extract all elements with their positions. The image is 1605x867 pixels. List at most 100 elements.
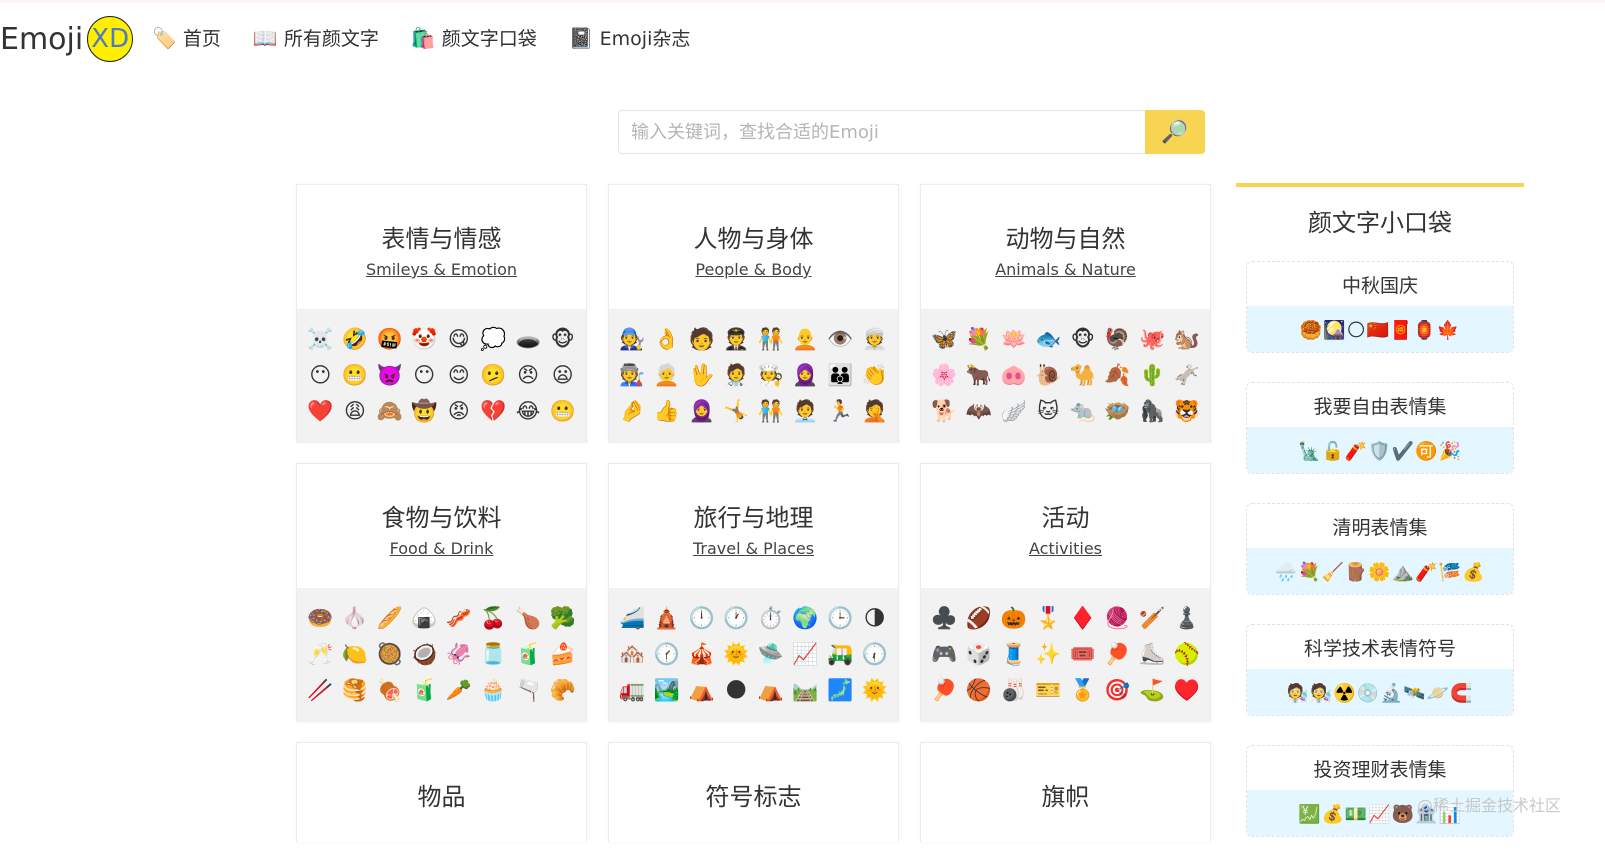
emoji-glyph[interactable]: 🥦 xyxy=(545,600,580,636)
emoji-glyph[interactable]: 🚛 xyxy=(615,672,650,708)
emoji-glyph[interactable]: 🕳️ xyxy=(511,321,546,357)
emoji-glyph[interactable]: 🏃 xyxy=(823,393,858,429)
emoji-glyph[interactable]: 🌑 xyxy=(719,672,754,708)
emoji-glyph[interactable]: 🌗 xyxy=(857,600,892,636)
emoji-glyph[interactable]: 🧃 xyxy=(511,636,546,672)
emoji-glyph[interactable]: 🦑 xyxy=(442,636,477,672)
emoji-glyph[interactable]: 🛤️ xyxy=(788,672,823,708)
category-card-flags[interactable]: 旗帜 xyxy=(920,742,1211,842)
emoji-glyph[interactable]: 🎫 xyxy=(1031,672,1066,708)
emoji-glyph[interactable]: 🛺 xyxy=(823,636,858,672)
emoji-glyph[interactable]: 🐵 xyxy=(1066,321,1101,357)
emoji-glyph[interactable]: 🪽 xyxy=(996,393,1031,429)
emoji-glyph[interactable]: 🌍 xyxy=(788,600,823,636)
emoji-glyph[interactable]: 🌸 xyxy=(927,357,962,393)
emoji-glyph[interactable]: 🧑‍⚕️ xyxy=(719,357,754,393)
nav-emoji-magazine[interactable]: 📓 Emoji杂志 xyxy=(569,24,691,51)
category-card-objects[interactable]: 物品 xyxy=(296,742,587,842)
emoji-glyph[interactable]: 🫙 xyxy=(476,636,511,672)
emoji-glyph[interactable]: 😡 xyxy=(442,393,477,429)
pack-science[interactable]: 科学技术表情符号 🧑‍🔬🧑‍🔬☢️💿🔬🛰️🪐🧲 xyxy=(1246,624,1514,716)
emoji-glyph[interactable]: 🐿️ xyxy=(1169,321,1204,357)
emoji-glyph[interactable]: 🍗 xyxy=(511,600,546,636)
emoji-glyph[interactable]: 😂 xyxy=(511,393,546,429)
emoji-glyph[interactable]: 🏈 xyxy=(962,600,997,636)
emoji-glyph[interactable]: 😦 xyxy=(545,357,580,393)
emoji-glyph[interactable]: 🧑‍✈️ xyxy=(719,321,754,357)
emoji-glyph[interactable]: 🧕 xyxy=(788,357,823,393)
emoji-glyph[interactable]: 🧕 xyxy=(684,393,719,429)
emoji-glyph[interactable]: ⛸️ xyxy=(1135,636,1170,672)
emoji-glyph[interactable]: 🥥 xyxy=(407,636,442,672)
emoji-glyph[interactable]: 🥢 xyxy=(303,672,338,708)
emoji-glyph[interactable]: 🐵 xyxy=(545,321,580,357)
emoji-glyph[interactable]: 🍖 xyxy=(372,672,407,708)
emoji-glyph[interactable]: 🥂 xyxy=(303,636,338,672)
emoji-glyph[interactable]: 🛸 xyxy=(754,636,789,672)
emoji-glyph[interactable]: 🍂 xyxy=(1100,357,1135,393)
emoji-glyph[interactable]: 📈 xyxy=(788,636,823,672)
emoji-glyph[interactable]: 🧑‍🦳 xyxy=(650,357,685,393)
emoji-glyph[interactable]: 😶 xyxy=(303,357,338,393)
emoji-glyph[interactable]: 👌 xyxy=(650,321,685,357)
emoji-glyph[interactable]: 😩 xyxy=(338,393,373,429)
emoji-glyph[interactable]: 🐕 xyxy=(927,393,962,429)
emoji-glyph[interactable]: 🦍 xyxy=(1135,393,1170,429)
emoji-glyph[interactable]: 👪 xyxy=(823,357,858,393)
pack-freedom[interactable]: 我要自由表情集 🗽🔓🧨🛡️✔️🉑🎉 xyxy=(1246,382,1514,474)
emoji-glyph[interactable]: 💐 xyxy=(962,321,997,357)
category-card-smileys[interactable]: 表情与情感 Smileys & Emotion ☠️ 🤣 🤬 🤡 😋 💭 🕳️ 🐵 😶 😬 👿 😶 😊 🫤… xyxy=(296,184,587,443)
emoji-glyph[interactable]: 😋 xyxy=(442,321,477,357)
emoji-glyph[interactable]: 🎮 xyxy=(927,636,962,672)
emoji-glyph[interactable]: 🍩 xyxy=(303,600,338,636)
emoji-glyph[interactable]: 🚄 xyxy=(615,600,650,636)
emoji-glyph[interactable]: 👁️ xyxy=(823,321,858,357)
emoji-glyph[interactable]: ✨ xyxy=(1031,636,1066,672)
emoji-glyph[interactable]: 🪺 xyxy=(1100,393,1135,429)
emoji-glyph[interactable]: ♥️ xyxy=(1169,672,1204,708)
emoji-glyph[interactable]: 😬 xyxy=(545,393,580,429)
emoji-glyph[interactable]: 🤣 xyxy=(338,321,373,357)
emoji-glyph[interactable]: 👏 xyxy=(857,357,892,393)
emoji-glyph[interactable]: 🫏 xyxy=(1169,357,1204,393)
emoji-glyph[interactable]: 🤸 xyxy=(719,393,754,429)
emoji-glyph[interactable]: 🌵 xyxy=(1135,357,1170,393)
emoji-glyph[interactable]: 🧑‍🏭 xyxy=(615,357,650,393)
emoji-glyph[interactable]: 🤡 xyxy=(407,321,442,357)
emoji-glyph[interactable]: 🌞 xyxy=(719,636,754,672)
emoji-glyph[interactable]: 🍋 xyxy=(338,636,373,672)
emoji-glyph[interactable]: 🦃 xyxy=(1100,321,1135,357)
emoji-glyph[interactable]: 🏏 xyxy=(1135,600,1170,636)
emoji-glyph[interactable]: 🦇 xyxy=(962,393,997,429)
emoji-glyph[interactable]: ♣️ xyxy=(927,600,962,636)
nav-home[interactable]: 🏷️ 首页 xyxy=(152,24,221,51)
pack-qingming[interactable]: 清明表情集 🌧️💐🧹🪵🌼⛰️🧨🎏💰 xyxy=(1246,503,1514,595)
emoji-glyph[interactable]: 🫗 xyxy=(511,672,546,708)
emoji-glyph[interactable]: 🥐 xyxy=(545,672,580,708)
emoji-glyph[interactable]: 🥓 xyxy=(442,600,477,636)
emoji-glyph[interactable]: 🎲 xyxy=(962,636,997,672)
category-link[interactable]: People & Body xyxy=(695,260,811,279)
emoji-glyph[interactable]: ♦️ xyxy=(1066,600,1101,636)
emoji-glyph[interactable]: 🍙 xyxy=(407,600,442,636)
emoji-glyph[interactable]: 💭 xyxy=(476,321,511,357)
emoji-glyph[interactable]: 🐙 xyxy=(1135,321,1170,357)
emoji-glyph[interactable]: 🥞 xyxy=(338,672,373,708)
nav-all-emoji[interactable]: 📖 所有颜文字 xyxy=(253,24,379,51)
category-card-activities[interactable]: 活动 Activities ♣️ 🏈 🎃 🎖️ ♦️ 🧶 🏏 ♟️ 🎮 🎲 🧵 ✨ 🎟️ 🏓 ⛸️ 🥎 🏓 🏀 🎳 🎫… xyxy=(920,463,1211,722)
search-input[interactable] xyxy=(618,110,1145,154)
emoji-glyph[interactable]: 🏓 xyxy=(927,672,962,708)
emoji-glyph[interactable]: 🎯 xyxy=(1100,672,1135,708)
emoji-glyph[interactable]: ⛺ xyxy=(684,672,719,708)
emoji-glyph[interactable]: 🍒 xyxy=(476,600,511,636)
category-link[interactable]: Travel & Places xyxy=(693,539,814,558)
emoji-glyph[interactable]: 🛕 xyxy=(650,600,685,636)
emoji-glyph[interactable]: 🤌 xyxy=(615,393,650,429)
emoji-glyph[interactable]: 🧑‍🍳 xyxy=(754,357,789,393)
emoji-glyph[interactable]: 💔 xyxy=(476,393,511,429)
emoji-glyph[interactable]: ♟️ xyxy=(1169,600,1204,636)
pack-mid-autumn[interactable]: 中秋国庆 🥮🎑🌕🇨🇳🧧🏮🍁 xyxy=(1246,261,1514,353)
emoji-glyph[interactable]: 👳 xyxy=(857,321,892,357)
category-link[interactable]: Food & Drink xyxy=(390,539,494,558)
emoji-glyph[interactable]: 🕛 xyxy=(684,600,719,636)
